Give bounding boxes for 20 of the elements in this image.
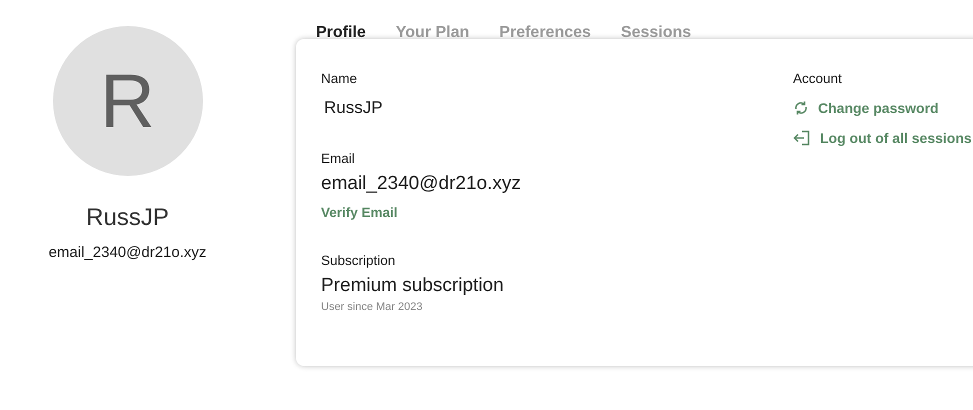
tab[interactable]: Profile <box>316 24 366 39</box>
account-link[interactable]: Change password <box>793 100 939 116</box>
field-label: Subscription <box>321 253 396 268</box>
field-label: Name <box>321 71 358 86</box>
field-label: Email <box>321 151 356 166</box>
tab[interactable]: Your Plan <box>396 24 470 39</box>
profile-name: RussJP <box>86 204 169 232</box>
avatar: R <box>52 26 202 176</box>
field-value: email_2340@dr21o.xyz <box>321 173 522 195</box>
logout-icon <box>793 130 811 146</box>
field-value: RussJP <box>323 98 384 118</box>
member-since-text: User since Mar 2023 <box>321 301 424 313</box>
profile-email: email_2340@dr21o.xyz <box>48 244 206 261</box>
tab[interactable]: Sessions <box>620 24 692 39</box>
verify-email-link[interactable]: Verify Email <box>321 205 398 220</box>
tab[interactable]: Preferences <box>499 24 591 39</box>
account-link[interactable]: Log out of all sessions <box>793 130 972 146</box>
refresh-icon <box>793 100 809 116</box>
field-value: Premium subscription <box>321 275 505 297</box>
section-heading: Account <box>793 71 842 86</box>
